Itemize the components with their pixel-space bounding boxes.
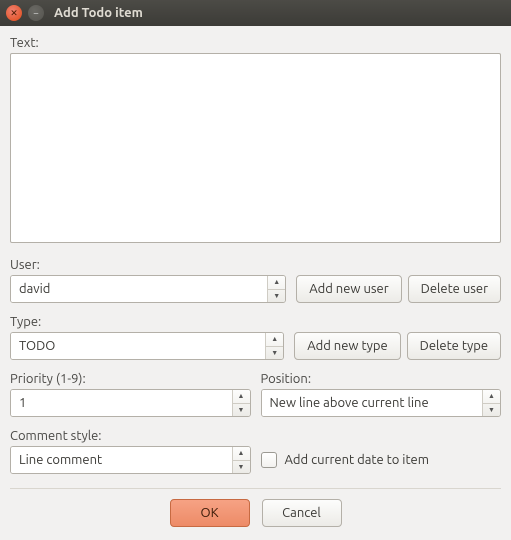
position-select-value: New line above current line [262,390,483,416]
delete-user-button[interactable]: Delete user [408,275,501,303]
add-date-checkbox[interactable]: Add current date to item [261,446,502,474]
add-user-button[interactable]: Add new user [296,275,401,303]
text-input[interactable] [10,53,501,243]
cancel-button[interactable]: Cancel [262,499,342,527]
position-label: Position: [261,372,502,386]
type-label: Type: [10,315,284,329]
comment-style-select[interactable]: Line comment ▲▼ [10,446,251,474]
user-select-value: david [11,276,267,302]
type-select-value: TODO [11,333,265,359]
spinner-icon[interactable]: ▲▼ [482,390,500,416]
user-select[interactable]: david ▲▼ [10,275,286,303]
checkbox-icon [261,452,277,468]
spinner-icon[interactable]: ▲▼ [232,390,250,416]
user-label: User: [10,258,286,272]
window-title: Add Todo item [54,6,143,20]
delete-type-button[interactable]: Delete type [407,332,501,360]
close-icon[interactable]: ✕ [6,5,22,21]
comment-style-label: Comment style: [10,429,251,443]
titlebar: ✕ – Add Todo item [0,0,511,26]
comment-style-value: Line comment [11,447,232,473]
priority-value: 1 [11,390,232,416]
add-date-label: Add current date to item [285,453,429,467]
dialog-footer: OK Cancel [10,499,501,527]
priority-label: Priority (1-9): [10,372,251,386]
minimize-icon[interactable]: – [28,5,44,21]
spinner-icon[interactable]: ▲▼ [267,276,285,302]
add-type-button[interactable]: Add new type [294,332,400,360]
dialog-content: Text: User: david ▲▼ Add new user Delete… [0,26,511,537]
position-select[interactable]: New line above current line ▲▼ [261,389,502,417]
separator [10,488,501,489]
priority-input[interactable]: 1 ▲▼ [10,389,251,417]
type-select[interactable]: TODO ▲▼ [10,332,284,360]
spinner-icon[interactable]: ▲▼ [265,333,283,359]
ok-button[interactable]: OK [170,499,250,527]
text-label: Text: [10,36,501,50]
spinner-icon[interactable]: ▲▼ [232,447,250,473]
